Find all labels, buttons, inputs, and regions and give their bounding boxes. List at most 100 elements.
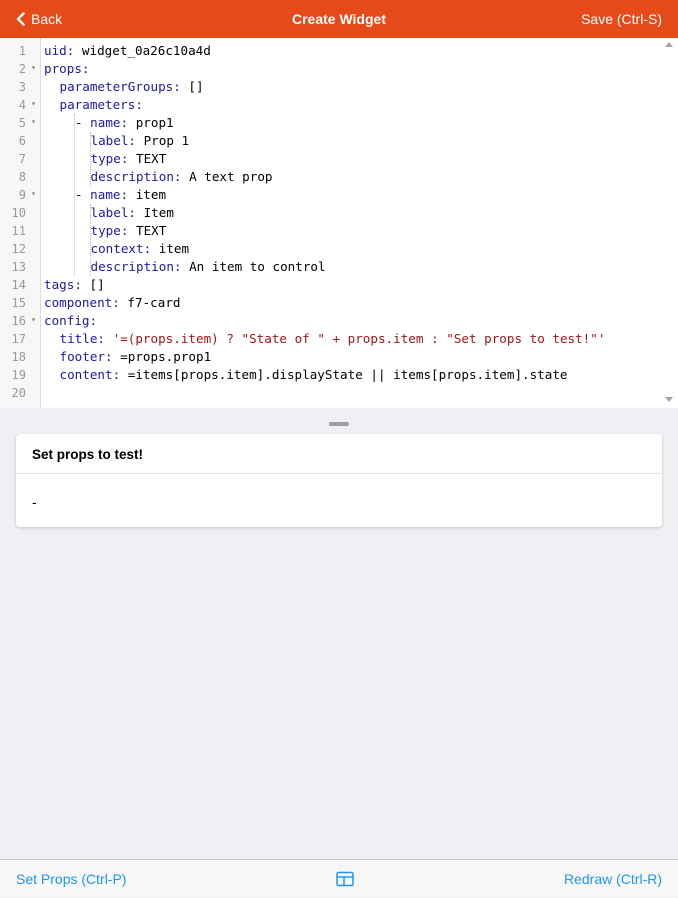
fold-arrow-icon[interactable]: ▾ — [31, 189, 36, 198]
yaml-key: parameters — [59, 97, 136, 112]
yaml-value: =props.prop1 — [112, 349, 212, 364]
line-number-text: 14 — [11, 278, 26, 292]
line-number-text: 17 — [11, 332, 26, 346]
yaml-key: type — [90, 223, 121, 238]
fold-arrow-icon[interactable]: ▾ — [31, 117, 36, 126]
yaml-colon: : — [89, 313, 98, 328]
yaml-colon: : — [81, 61, 90, 76]
line-number: 11 — [0, 222, 40, 240]
yaml-value: Item — [136, 205, 174, 220]
code-line[interactable]: label: Item — [91, 204, 174, 222]
yaml-key: description — [90, 259, 174, 274]
code-line[interactable]: parameters: — [60, 96, 143, 114]
yaml-key: footer — [59, 349, 106, 364]
line-number-text: 3 — [18, 80, 26, 94]
line-number: 12 — [0, 240, 40, 258]
indent-guide — [89, 204, 91, 276]
line-number-text: 20 — [11, 386, 26, 400]
line-number: 4 ▾ — [0, 96, 40, 114]
code-line[interactable]: description: An item to control — [91, 258, 326, 276]
yaml-key: label — [90, 133, 129, 148]
code-line[interactable]: type: TEXT — [91, 222, 167, 240]
page-title: Create Widget — [291, 11, 386, 27]
scroll-up-arrow-icon[interactable] — [665, 42, 673, 47]
line-number: 3 — [0, 78, 40, 96]
yaml-value: '=(props.item) ? "State of " + props.ite… — [105, 331, 606, 346]
line-number-text: 15 — [11, 296, 26, 310]
fold-arrow-icon[interactable]: ▾ — [31, 315, 36, 324]
yaml-key: uid — [44, 43, 67, 58]
yaml-colon: : — [173, 169, 182, 184]
code-line[interactable]: description: A text prop — [91, 168, 273, 186]
code-line[interactable]: config: — [44, 312, 97, 330]
code-line[interactable]: - name: item — [75, 186, 166, 204]
yaml-colon: : — [97, 331, 106, 346]
yaml-key: type — [90, 151, 121, 166]
layout-split-icon[interactable] — [336, 871, 354, 887]
card-title: Set props to test! — [16, 434, 662, 474]
yaml-colon: : — [128, 205, 137, 220]
back-label: Back — [31, 11, 63, 27]
code-line[interactable]: parameterGroups: [] — [60, 78, 204, 96]
code-line[interactable]: component: f7-card — [44, 294, 181, 312]
fold-arrow-icon[interactable]: ▾ — [31, 63, 36, 72]
line-number: 17 — [0, 330, 40, 348]
line-number-text: 16 — [11, 314, 26, 328]
code-line[interactable]: title: '=(props.item) ? "State of " + pr… — [60, 330, 606, 348]
yaml-key: parameterGroups — [59, 79, 174, 94]
yaml-colon: : — [112, 295, 120, 310]
line-number: 20 — [0, 384, 40, 402]
yaml-key: content — [59, 367, 113, 382]
back-button[interactable]: Back — [14, 0, 62, 38]
yaml-key: description — [90, 169, 174, 184]
editor-scrollbar[interactable] — [661, 38, 678, 408]
line-number: 1 — [0, 42, 40, 60]
scroll-down-arrow-icon[interactable] — [665, 397, 673, 402]
fold-arrow-icon[interactable]: ▾ — [31, 99, 36, 108]
yaml-value: item — [151, 241, 190, 256]
code-line[interactable]: props: — [44, 60, 90, 78]
yaml-value: f7-card — [119, 295, 181, 310]
yaml-value: TEXT — [128, 151, 167, 166]
yaml-key: label — [90, 205, 129, 220]
yaml-code-area[interactable]: uid: widget_0a26c10a4d props: parameterGro… — [44, 38, 660, 408]
line-number: 18 — [0, 348, 40, 366]
resize-handle[interactable] — [329, 422, 349, 426]
yaml-key: component — [44, 295, 113, 310]
line-number: 7 — [0, 150, 40, 168]
yaml-key: props — [44, 61, 82, 76]
code-line[interactable]: type: TEXT — [91, 150, 167, 168]
save-button[interactable]: Save (Ctrl-S) — [581, 0, 662, 38]
line-number-text: 8 — [18, 170, 26, 184]
indent-guide — [89, 132, 91, 186]
set-props-button[interactable]: Set Props (Ctrl-P) — [16, 860, 126, 898]
code-line[interactable]: - name: prop1 — [75, 114, 174, 132]
line-number-text: 13 — [11, 260, 26, 274]
code-editor[interactable]: 1 2 ▾ 3 4 ▾ 5 ▾ 6 7 8 9 ▾ 10 11 12 13 14 15 16 ▾ 17 18 19 20 uid… — [0, 38, 678, 408]
code-line[interactable]: footer: =props.prop1 — [60, 348, 212, 366]
yaml-colon: : — [120, 115, 129, 130]
line-number-text: 19 — [11, 368, 26, 382]
code-line[interactable]: context: item — [91, 240, 190, 258]
code-line[interactable]: uid: widget_0a26c10a4d — [44, 42, 211, 60]
yaml-value: widget_0a26c10a4d — [74, 43, 211, 58]
yaml-value: [] — [81, 277, 105, 292]
yaml-value: An item to control — [181, 259, 326, 274]
line-number: 2 ▾ — [0, 60, 40, 78]
yaml-key: context — [90, 241, 144, 256]
code-line[interactable]: content: =items[props.item].displayState… — [60, 366, 568, 384]
line-number-gutter: 1 2 ▾ 3 4 ▾ 5 ▾ 6 7 8 9 ▾ 10 11 12 13 14 15 16 ▾ 17 18 19 20 — [0, 38, 41, 408]
line-number: 19 — [0, 366, 40, 384]
line-number-text: 10 — [11, 206, 26, 220]
list-dash: - — [75, 115, 91, 130]
yaml-colon: : — [128, 133, 137, 148]
yaml-value: A text prop — [181, 169, 273, 184]
line-number-text: 7 — [18, 152, 26, 166]
line-number-text: 12 — [11, 242, 26, 256]
indent-guide — [74, 114, 75, 276]
code-line[interactable]: label: Prop 1 — [91, 132, 190, 150]
redraw-button[interactable]: Redraw (Ctrl-R) — [564, 860, 662, 898]
code-line[interactable]: tags: [] — [44, 276, 105, 294]
line-number-text: 2 — [18, 62, 26, 76]
yaml-colon: : — [135, 97, 143, 112]
